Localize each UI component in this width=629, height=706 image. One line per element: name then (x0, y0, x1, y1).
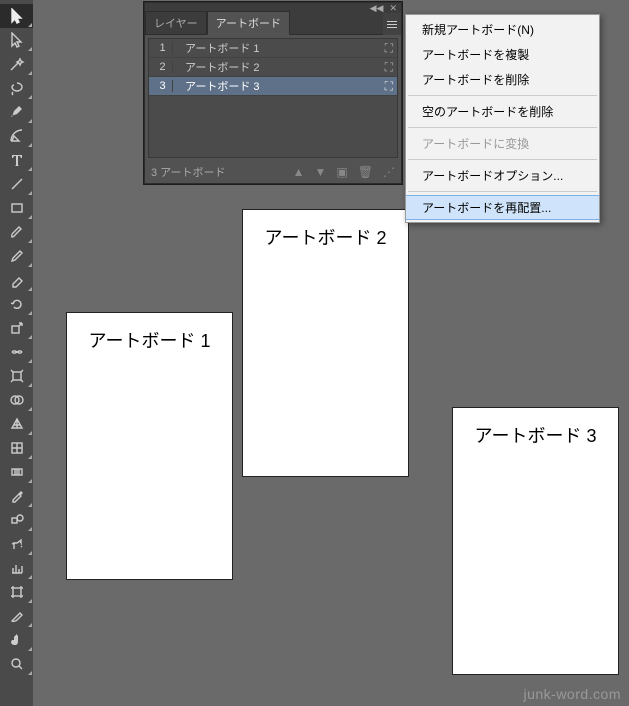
artboard-row[interactable]: 2 アートボード 2 ⛶ (149, 58, 397, 77)
canvas-artboard-3[interactable]: アートボード 3 (452, 407, 619, 675)
artboard-row-selected[interactable]: 3 アートボード 3 ⛶ (149, 77, 397, 96)
magic-wand-tool[interactable] (0, 52, 33, 76)
menu-delete-empty[interactable]: 空のアートボードを削除 (406, 99, 599, 124)
symbol-sprayer-tool[interactable] (0, 532, 33, 556)
row-name: アートボード 1 (185, 40, 260, 56)
rotate-tool[interactable] (0, 292, 33, 316)
row-number: 2 (153, 61, 173, 73)
panel-close-icon[interactable]: ✕ (389, 3, 397, 14)
slice-tool[interactable] (0, 604, 33, 628)
panel-footer: 3 アートボード ▲ ▼ ▣ 🗑 ⋰ (145, 161, 401, 183)
artboard-label: アートボード 3 (475, 426, 597, 446)
type-tool[interactable] (0, 148, 33, 172)
hand-tool[interactable] (0, 628, 33, 652)
artboard-row[interactable]: 1 アートボード 1 ⛶ (149, 39, 397, 58)
panel-tabs: レイヤー アートボード (145, 13, 401, 35)
artboard-list: 1 アートボード 1 ⛶ 2 アートボード 2 ⛶ 3 アートボード 3 ⛶ (148, 38, 398, 158)
free-transform-tool[interactable] (0, 364, 33, 388)
blend-tool[interactable] (0, 508, 33, 532)
menu-separator (408, 127, 597, 128)
menu-convert-artboard: アートボードに変換 (406, 131, 599, 156)
direct-selection-tool[interactable] (0, 28, 33, 52)
menu-rearrange-artboards[interactable]: アートボードを再配置... (406, 195, 599, 220)
artboard-label: アートボード 2 (265, 228, 387, 248)
mesh-tool[interactable] (0, 436, 33, 460)
menu-artboard-options[interactable]: アートボードオプション... (406, 163, 599, 188)
footer-count: 3 アートボード (151, 164, 226, 180)
menu-new-artboard[interactable]: 新規アートボード(N) (406, 17, 599, 42)
menu-delete-artboard[interactable]: アートボードを削除 (406, 67, 599, 92)
rectangle-tool[interactable] (0, 196, 33, 220)
move-up-icon[interactable]: ▲ (293, 165, 305, 179)
row-number: 3 (153, 80, 173, 92)
shape-builder-tool[interactable] (0, 388, 33, 412)
row-name: アートボード 2 (185, 59, 260, 75)
delete-icon[interactable]: 🗑 (358, 165, 373, 179)
artboards-panel: ◀◀ ✕ レイヤー アートボード 1 アートボード 1 ⛶ 2 アートボード 2… (144, 2, 402, 184)
curvature-tool[interactable] (0, 124, 33, 148)
artboard-tool[interactable] (0, 580, 33, 604)
selection-tool[interactable] (0, 4, 33, 28)
eraser-tool[interactable] (0, 268, 33, 292)
new-artboard-icon[interactable]: ▣ (336, 165, 347, 179)
hamburger-icon (387, 24, 397, 25)
row-name: アートボード 3 (185, 78, 260, 94)
line-tool[interactable] (0, 172, 33, 196)
row-number: 1 (153, 42, 173, 54)
eyedropper-tool[interactable] (0, 484, 33, 508)
canvas-artboard-2[interactable]: アートボード 2 (242, 209, 409, 477)
panel-collapse-icon[interactable]: ◀◀ (370, 3, 384, 14)
brush-tool[interactable] (0, 220, 33, 244)
zoom-tool[interactable] (0, 652, 33, 676)
crop-icon[interactable]: ⛶ (385, 41, 393, 56)
move-down-icon[interactable]: ▼ (315, 165, 327, 179)
lasso-tool[interactable] (0, 76, 33, 100)
gradient-tool[interactable] (0, 460, 33, 484)
panel-context-menu: 新規アートボード(N) アートボードを複製 アートボードを削除 空のアートボード… (405, 14, 600, 223)
width-tool[interactable] (0, 340, 33, 364)
tools-panel (0, 0, 33, 706)
perspective-tool[interactable] (0, 412, 33, 436)
tab-layers[interactable]: レイヤー (145, 11, 207, 34)
menu-separator (408, 159, 597, 160)
menu-separator (408, 191, 597, 192)
graph-tool[interactable] (0, 556, 33, 580)
scale-tool[interactable] (0, 316, 33, 340)
pen-tool[interactable] (0, 100, 33, 124)
artboard-label: アートボード 1 (89, 331, 211, 351)
crop-icon[interactable]: ⛶ (385, 60, 393, 75)
menu-separator (408, 95, 597, 96)
watermark: junk-word.com (523, 686, 621, 702)
canvas-artboard-1[interactable]: アートボード 1 (66, 312, 233, 580)
panel-menu-button[interactable] (383, 13, 401, 35)
tab-artboards[interactable]: アートボード (207, 11, 290, 35)
menu-duplicate-artboard[interactable]: アートボードを複製 (406, 42, 599, 67)
pencil-tool[interactable] (0, 244, 33, 268)
crop-icon[interactable]: ⛶ (385, 79, 393, 94)
resize-grip-icon[interactable]: ⋰ (383, 165, 395, 179)
